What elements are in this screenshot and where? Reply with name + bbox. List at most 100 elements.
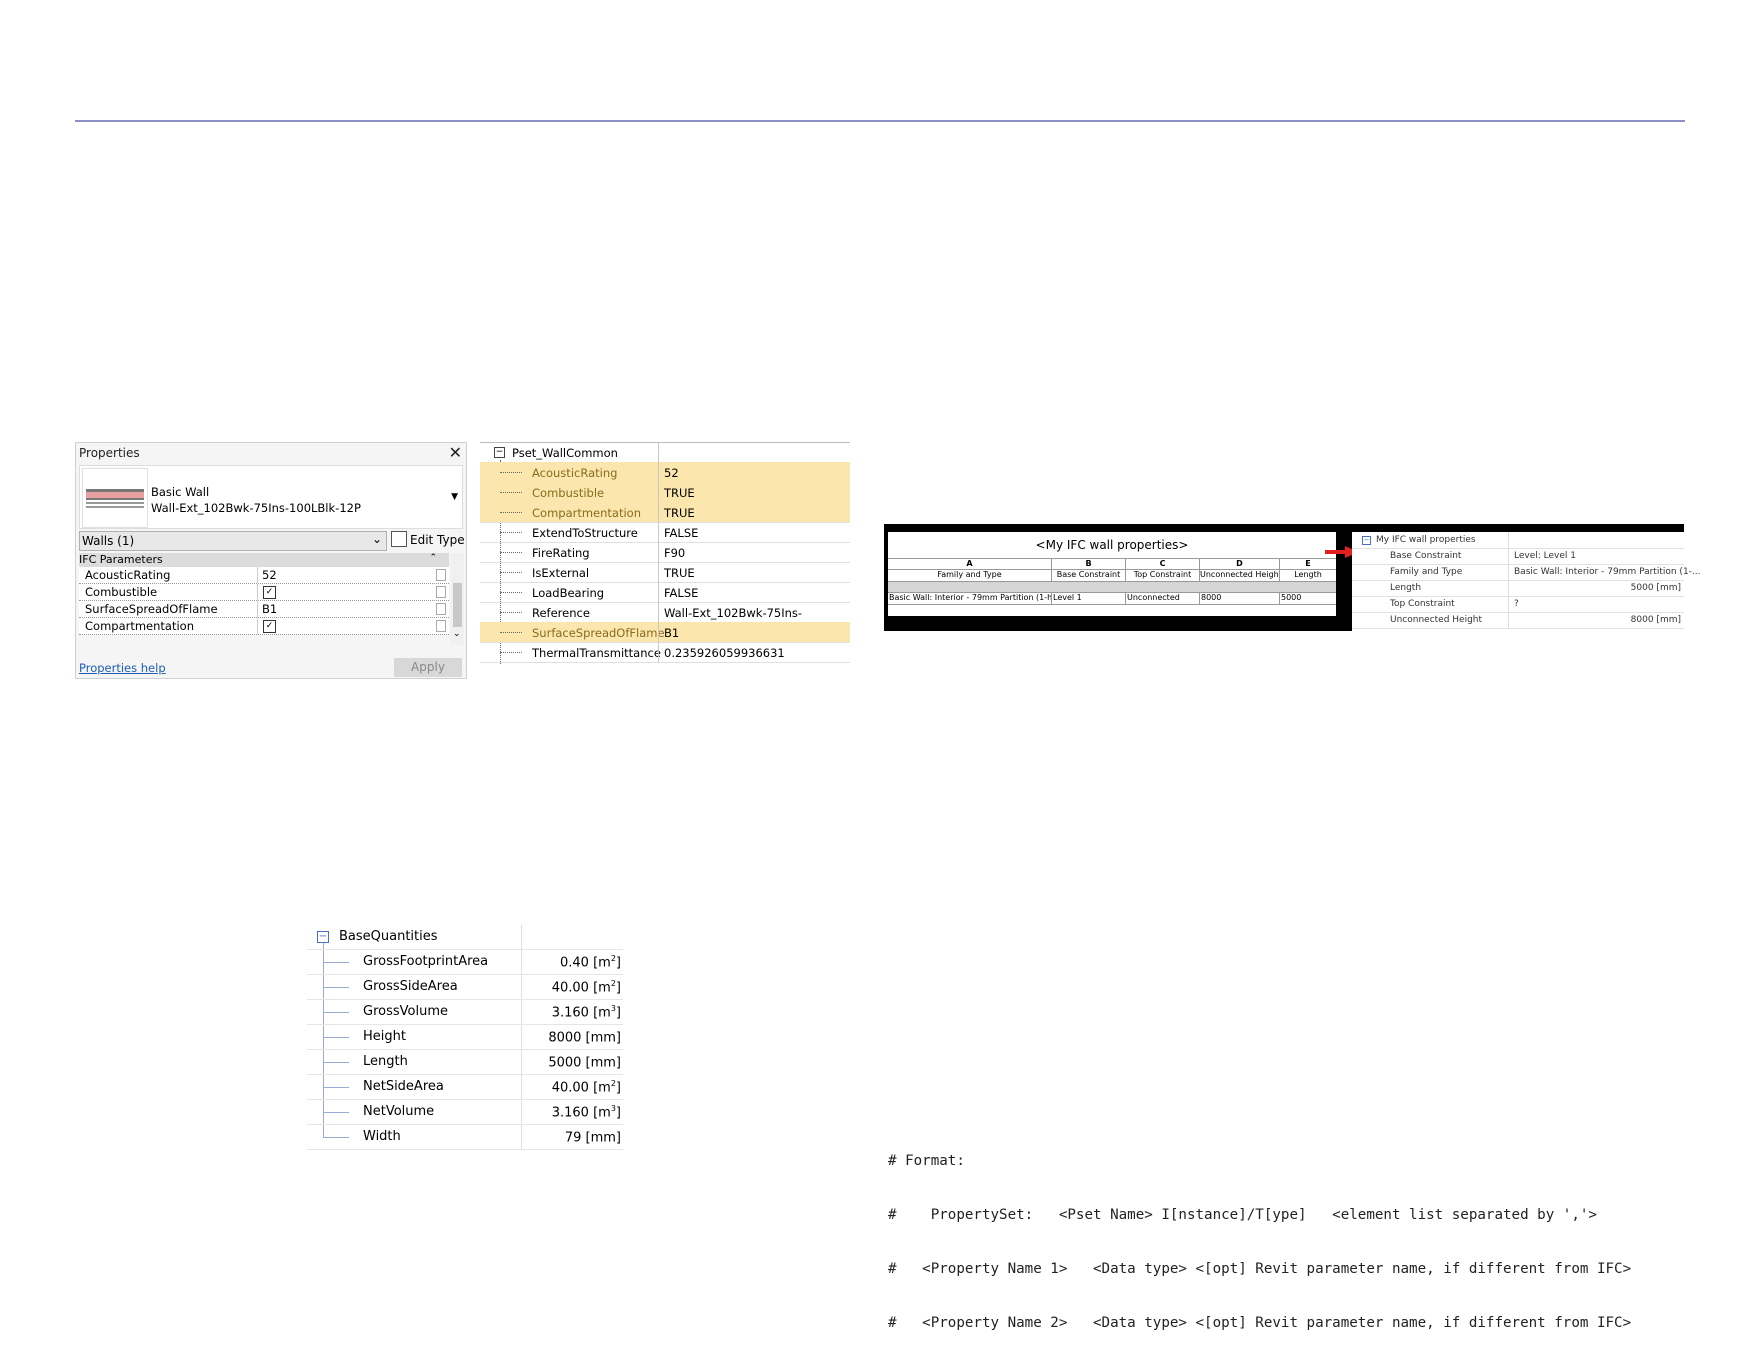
panel-property-value[interactable]: Level: Level 1 xyxy=(1514,551,1576,561)
pset-property-value[interactable]: 0.235926059936631 xyxy=(664,646,785,660)
chevron-down-icon[interactable]: ⌄ xyxy=(453,629,461,639)
pset-row[interactable]: ReferenceWall-Ext_102Bwk-75Ins-100LBlk-1… xyxy=(480,602,850,634)
quantity-row[interactable]: Width 79 [mm] xyxy=(307,1125,623,1150)
table-cell[interactable]: Unconnected xyxy=(1126,593,1200,604)
quantity-value-text: 79 [mm] xyxy=(564,1130,621,1146)
property-row[interactable]: Compartmentation ✓ xyxy=(79,618,449,635)
pset-row[interactable]: AcousticRating 52 xyxy=(480,462,850,483)
base-quantities-header[interactable]: − BaseQuantities xyxy=(307,925,623,950)
quantity-value-text: 0.40 [m xyxy=(560,955,611,971)
edit-box[interactable] xyxy=(436,569,446,581)
pset-property-value[interactable]: F90 xyxy=(664,546,685,560)
property-row[interactable]: SurfaceSpreadOfFlame B1 xyxy=(79,601,449,618)
pset-property-value[interactable]: TRUE xyxy=(664,506,695,520)
schedule-view: <My IFC wall properties> A B C D E Famil… xyxy=(884,524,1701,631)
panel-property-value[interactable]: ? xyxy=(1514,599,1519,609)
pset-row[interactable]: IsExternal TRUE xyxy=(480,562,850,583)
pset-header[interactable]: − Pset_WallCommon xyxy=(480,442,850,463)
scrollbar[interactable]: ⌄ xyxy=(451,553,464,645)
quantity-value: 3.160 [m3] xyxy=(552,1004,621,1020)
edit-box[interactable] xyxy=(436,603,446,615)
checkbox[interactable]: ✓ xyxy=(263,620,276,633)
quantity-row[interactable]: NetSideArea 40.00 [m2] xyxy=(307,1075,623,1100)
edit-type-icon xyxy=(391,531,407,547)
pset-row[interactable]: FireRating F90 xyxy=(480,542,850,563)
pset-property-name: Combustible xyxy=(532,486,605,500)
quantity-name: NetVolume xyxy=(363,1104,435,1119)
quantity-row[interactable]: GrossFootprintArea 0.40 [m2] xyxy=(307,950,623,975)
group-header[interactable]: IFC Parameters ⌃ xyxy=(79,553,449,567)
pset-row[interactable]: ExtendToStructure FALSE xyxy=(480,522,850,543)
property-value[interactable]: B1 xyxy=(262,602,277,616)
edit-box[interactable] xyxy=(436,620,446,632)
pset-property-value[interactable]: FALSE xyxy=(664,586,698,600)
chevron-down-icon[interactable]: ▼ xyxy=(451,492,458,502)
quantity-value: 8000 [mm] xyxy=(548,1029,621,1045)
table-cell[interactable]: 8000 xyxy=(1200,593,1280,604)
type-selector[interactable]: Basic Wall Wall-Ext_102Bwk-75Ins-100LBlk… xyxy=(79,465,463,529)
edit-type-button[interactable]: Edit Type xyxy=(391,531,465,549)
quantity-value: 0.40 [m2] xyxy=(560,954,621,970)
panel-row[interactable]: Length 5000 [mm] xyxy=(1352,580,1684,597)
quantity-unit-close: ] xyxy=(615,1005,621,1021)
properties-help-link[interactable]: Properties help xyxy=(79,661,166,675)
column-header: Top Constraint xyxy=(1126,570,1200,581)
pset-property-name: IsExternal xyxy=(532,566,590,580)
quantity-row[interactable]: NetVolume 3.160 [m3] xyxy=(307,1100,623,1125)
edit-box[interactable] xyxy=(436,586,446,598)
column-header: Length xyxy=(1294,570,1322,579)
apply-button[interactable]: Apply xyxy=(394,658,462,677)
pset-property-value[interactable]: 52 xyxy=(664,466,679,480)
pset-property-value[interactable]: TRUE xyxy=(664,486,695,500)
pset-row[interactable]: LoadBearing FALSE xyxy=(480,582,850,603)
column-letter: E xyxy=(1305,559,1311,568)
property-name: SurfaceSpreadOfFlame xyxy=(85,602,218,616)
collapse-icon[interactable]: ⌃ xyxy=(429,553,437,563)
category-dropdown[interactable]: Walls (1) ⌄ xyxy=(79,531,387,551)
quantity-row[interactable]: Length 5000 [mm] xyxy=(307,1050,623,1075)
pset-property-name: FireRating xyxy=(532,546,590,560)
column-header: Family and Type xyxy=(888,570,1052,581)
table-cell[interactable]: 5000 xyxy=(1280,593,1336,604)
close-icon[interactable]: ✕ xyxy=(449,443,462,462)
pset-property-value[interactable]: FALSE xyxy=(664,526,698,540)
panel-group-header[interactable]: − My IFC wall properties xyxy=(1352,532,1684,549)
panel-row[interactable]: Top Constraint? xyxy=(1352,596,1684,613)
property-value[interactable]: 52 xyxy=(262,568,277,582)
table-cell[interactable]: Level 1 xyxy=(1052,593,1126,604)
pset-property-value[interactable]: B1 xyxy=(664,626,679,640)
collapse-icon[interactable]: − xyxy=(1362,536,1371,545)
quantity-row[interactable]: Height 8000 [mm] xyxy=(307,1025,623,1050)
column-letters: A B C D E xyxy=(888,559,1336,570)
quantity-row[interactable]: GrossVolume 3.160 [m3] xyxy=(307,1000,623,1025)
checkbox[interactable]: ✓ xyxy=(263,586,276,599)
quantity-value: 5000 [mm] xyxy=(548,1054,621,1070)
table-row[interactable]: Basic Wall: Interior - 79mm Partition (1… xyxy=(888,593,1336,605)
pset-property-value[interactable]: TRUE xyxy=(664,566,695,580)
scrollbar-thumb[interactable] xyxy=(453,583,462,627)
pset-row[interactable]: Combustible TRUE xyxy=(480,482,850,503)
pset-row[interactable]: ThermalTransmittance 0.235926059936631 xyxy=(480,642,850,663)
edit-type-label: Edit Type xyxy=(410,533,465,547)
panel-property-value[interactable]: 5000 [mm] xyxy=(1631,583,1681,593)
collapse-icon[interactable]: − xyxy=(317,931,329,943)
quantity-value: 3.160 [m3] xyxy=(552,1104,621,1120)
property-row[interactable]: Combustible ✓ xyxy=(79,584,449,601)
panel-property-value[interactable]: Basic Wall: Interior - 79mm Partition (1… xyxy=(1514,567,1701,577)
panel-row[interactable]: Unconnected Height 8000 [mm] xyxy=(1352,612,1684,629)
property-row[interactable]: AcousticRating 52 xyxy=(79,567,449,584)
pset-row[interactable]: SurfaceSpreadOfFlame B1 xyxy=(480,622,850,643)
header-divider xyxy=(75,120,1685,122)
panel-row[interactable]: Base Constraint Level: Level 1 xyxy=(1352,548,1684,565)
panel-property-value[interactable]: 8000 [mm] xyxy=(1631,615,1681,625)
panel-property-name: Top Constraint xyxy=(1390,599,1455,609)
quantity-row[interactable]: GrossSideArea 40.00 [m2] xyxy=(307,975,623,1000)
collapse-icon[interactable]: − xyxy=(494,447,505,458)
pset-property-name: ExtendToStructure xyxy=(532,526,638,540)
quantity-unit-close: ] xyxy=(615,980,621,996)
table-cell[interactable]: Basic Wall: Interior - 79mm Partition (1… xyxy=(888,593,1052,604)
panel-row[interactable]: Family and Type Basic Wall: Interior - 79… xyxy=(1352,564,1701,581)
pset-property-name: LoadBearing xyxy=(532,586,605,600)
pset-row[interactable]: Compartmentation TRUE xyxy=(480,502,850,523)
code-line: # <Property Name 1> <Data type> <[opt] R… xyxy=(888,1261,1632,1277)
